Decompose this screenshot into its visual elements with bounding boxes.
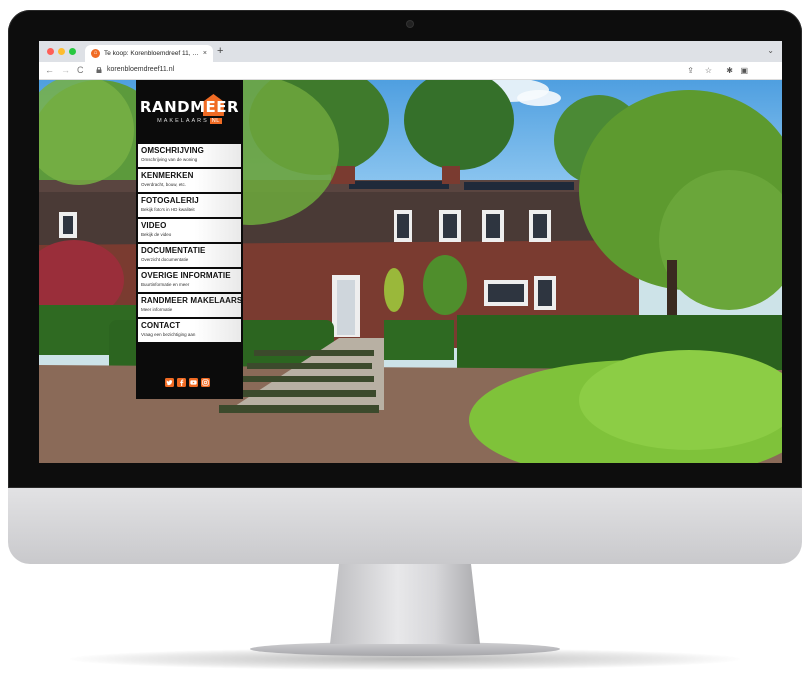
menu-item-title: FOTOGALERIJ xyxy=(141,196,199,205)
logo-nl-badge: NL xyxy=(209,118,222,124)
forward-arrow-icon[interactable]: → xyxy=(61,65,70,76)
menu-item-title: KENMERKEN xyxy=(141,171,194,180)
address-bar[interactable]: korenbloemdreef11.nl xyxy=(107,66,174,73)
menu-item-title: VIDEO xyxy=(141,221,167,230)
extensions-puzzle-icon[interactable]: ✱ xyxy=(726,65,733,76)
menu-item-title: CONTACT xyxy=(141,321,181,330)
menu-item-kenmerken[interactable]: KENMERKEN Overdracht, bouw, etc. xyxy=(138,169,241,192)
back-arrow-icon[interactable]: ← xyxy=(45,65,54,76)
reload-icon[interactable]: C xyxy=(77,65,84,76)
tab-bar: ⌂ Te koop: Korenbloemdreef 11, … × + ⌄ xyxy=(39,41,782,62)
menu-item-omschrijving[interactable]: OMSCHRIJVING Omschrijving van de woning xyxy=(138,144,241,167)
social-links xyxy=(165,378,210,387)
menu-item-subtitle: Buurtinformatie en meer xyxy=(141,282,190,287)
close-window-button[interactable] xyxy=(47,48,54,55)
logo-wordmark: RANDMEER xyxy=(139,98,240,116)
menu-item-subtitle: Bekijk de video xyxy=(141,232,172,237)
menu-item-subtitle: Meer informatie xyxy=(141,307,173,312)
menu-item-subtitle: Overzicht documentatie xyxy=(141,257,189,262)
share-icon[interactable]: ⇪ xyxy=(687,65,694,76)
monitor-chin xyxy=(8,488,802,564)
tab-close-icon[interactable]: × xyxy=(203,50,207,57)
tab-title: Te koop: Korenbloemdreef 11, … xyxy=(104,50,199,57)
menu-item-title: RANDMEER MAKELAARS xyxy=(141,296,241,305)
randmeer-logo[interactable]: RANDMEER MAKELAARS NL xyxy=(136,94,243,124)
menu-item-subtitle: Bekijk foto's in HD kwaliteit xyxy=(141,207,195,212)
stand-base xyxy=(250,642,560,656)
bookmark-star-icon[interactable]: ☆ xyxy=(705,65,712,76)
facebook-icon[interactable] xyxy=(177,378,186,387)
menu-item-contact[interactable]: CONTACT Vraag een bezichtiging aan xyxy=(138,319,241,342)
menu-item-documentatie[interactable]: DOCUMENTATIE Overzicht documentatie xyxy=(138,244,241,267)
menu-item-randmeer-makelaars[interactable]: RANDMEER MAKELAARS Meer informatie xyxy=(138,294,241,317)
twitter-icon[interactable] xyxy=(165,378,174,387)
side-panel-icon[interactable]: ▣ xyxy=(740,65,748,76)
tab-list-chevron-icon[interactable]: ⌄ xyxy=(767,46,774,55)
menu-item-subtitle: Vraag een bezichtiging aan xyxy=(141,332,196,337)
menu-list: OMSCHRIJVING Omschrijving van de woning … xyxy=(138,144,241,344)
web-page: RANDMEER MAKELAARS NL OMSCHRIJVING Omschr… xyxy=(39,80,782,463)
site-navigation-panel: RANDMEER MAKELAARS NL OMSCHRIJVING Omschr… xyxy=(136,80,243,399)
menu-item-title: DOCUMENTATIE xyxy=(141,246,206,255)
menu-item-title: OVERIGE INFORMATIE xyxy=(141,271,231,280)
browser-tab[interactable]: ⌂ Te koop: Korenbloemdreef 11, … × xyxy=(85,45,213,62)
address-toolbar: ← → C korenbloemdreef11.nl ⇪ ☆ ✱ ▣ xyxy=(39,62,782,80)
new-tab-button[interactable]: + xyxy=(217,45,223,58)
menu-item-video[interactable]: VIDEO Bekijk de video xyxy=(138,219,241,242)
camera-icon xyxy=(407,21,413,27)
menu-item-subtitle: Overdracht, bouw, etc. xyxy=(141,182,187,187)
site-favicon-icon: ⌂ xyxy=(91,49,100,58)
menu-item-title: OMSCHRIJVING xyxy=(141,146,204,155)
lock-icon xyxy=(96,67,102,73)
screen: ⌂ Te koop: Korenbloemdreef 11, … × + ⌄ ←… xyxy=(39,41,782,463)
monitor-stand xyxy=(330,564,480,644)
minimize-window-button[interactable] xyxy=(58,48,65,55)
youtube-icon[interactable] xyxy=(189,378,198,387)
menu-item-overige-informatie[interactable]: OVERIGE INFORMATIE Buurtinformatie en me… xyxy=(138,269,241,292)
logo-subtitle: MAKELAARS xyxy=(157,118,209,124)
instagram-icon[interactable] xyxy=(201,378,210,387)
menu-item-subtitle: Omschrijving van de woning xyxy=(141,157,198,162)
maximize-window-button[interactable] xyxy=(69,48,76,55)
menu-item-fotogalerij[interactable]: FOTOGALERIJ Bekijk foto's in HD kwalitei… xyxy=(138,194,241,217)
